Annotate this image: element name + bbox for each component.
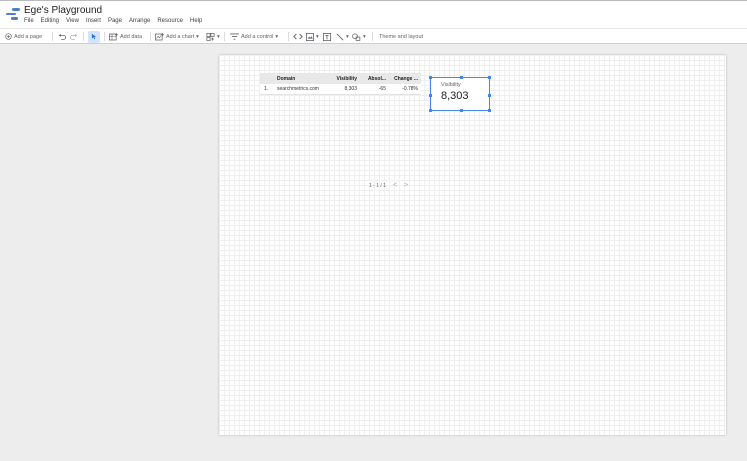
menu-resource[interactable]: Resource [157,18,183,24]
filter-control-icon [230,33,239,40]
chevron-down-icon: ▾ [346,33,349,40]
scorecard-value: 8,303 [441,90,469,102]
resize-handle[interactable] [429,93,432,97]
toolbar-divider [288,32,289,41]
table-cell-visibility: 8,303 [344,86,357,92]
embed-url-button[interactable] [293,29,303,44]
looker-studio-logo-icon[interactable] [6,8,20,20]
scorecard-visibility[interactable]: Visibility 8,303 [429,76,491,112]
add-data-icon [109,32,118,40]
resize-handle[interactable] [429,109,432,112]
report-title[interactable]: Ege's Playground [24,5,102,16]
report-canvas[interactable]: Domain Visibility Absol... Change ... 1.… [219,55,726,435]
community-visualizations-button[interactable]: ▾ [206,29,220,44]
undo-button[interactable] [58,29,66,44]
resize-handle[interactable] [429,76,432,79]
line-button[interactable]: ▾ [336,29,349,44]
shape-button[interactable]: ▾ [352,29,366,44]
menu-editing[interactable]: Editing [41,18,59,24]
code-icon [293,33,303,40]
line-icon [336,32,344,41]
chevron-right-icon[interactable]: > [404,182,408,189]
add-chart-label: Add a chart [166,33,195,40]
add-circle-icon [5,33,12,40]
add-chart-button[interactable]: Add a chart ▾ [155,29,199,44]
table-header-visibility[interactable]: Visibility [330,76,359,82]
app-header: Ege's Playground File Editing View Inser… [0,0,747,28]
add-control-button[interactable]: Add a control ▾ [230,29,278,44]
menu-bar: File Editing View Insert Page Arrange Re… [24,18,202,24]
cursor-icon [91,33,97,40]
scorecard-label: Visibility [441,82,461,88]
menu-insert[interactable]: Insert [86,18,101,24]
chevron-down-icon: ▾ [217,33,220,40]
image-button[interactable]: ▾ [306,29,319,44]
toolbar-divider [52,32,53,41]
table-cell-domain: searchmetrics.com [277,86,319,92]
select-tool-button[interactable] [88,30,100,43]
resize-handle[interactable] [488,93,491,97]
add-data-label: Add data [120,33,143,40]
resize-handle[interactable] [488,76,491,79]
toolbar-divider [83,32,84,41]
toolbar-divider [224,32,225,41]
add-control-label: Add a control [241,33,274,40]
text-box-button[interactable] [323,29,331,44]
add-data-button[interactable]: Add data [109,29,142,44]
table-cell-absolute: -65 [378,86,386,92]
resize-handle[interactable] [459,76,463,79]
pagination-text: 1 - 1 / 1 [369,182,386,189]
table-header-absolute[interactable]: Absol... [359,76,388,82]
toolbar: Add a page Add data Add a chart ▾ ▾ Add … [0,28,747,44]
chevron-down-icon: ▾ [316,33,319,40]
table-header-domain[interactable]: Domain [274,76,330,82]
table-pagination: 1 - 1 / 1 < > [369,182,408,189]
redo-button[interactable] [70,29,78,44]
table-header-row: Domain Visibility Absol... Change ... [260,73,421,84]
add-chart-icon [155,32,164,40]
toolbar-divider [372,32,373,41]
toolbar-divider [104,32,105,41]
resize-handle[interactable] [459,109,463,112]
image-icon [306,32,314,41]
menu-help[interactable]: Help [190,18,202,24]
theme-and-layout-label: Theme and layout [379,33,424,40]
resize-handle[interactable] [488,109,491,112]
text-box-icon [323,32,331,41]
shapes-icon [352,32,361,41]
add-page-label: Add a page [14,33,43,40]
chevron-down-icon: ▾ [275,33,279,40]
chevron-left-icon[interactable]: < [393,182,397,189]
table-cell-change: -0.78% [402,86,418,92]
menu-view[interactable]: View [66,18,79,24]
theme-and-layout-button[interactable]: Theme and layout [379,29,423,44]
table-cell-index: 1. [264,86,269,92]
undo-icon [58,33,66,40]
toolbar-divider [150,32,151,41]
add-page-button[interactable]: Add a page [5,29,42,44]
redo-icon [70,33,78,40]
menu-page[interactable]: Page [108,18,122,24]
table-header-change[interactable]: Change ... [388,76,421,82]
table-row[interactable]: 1. searchmetrics.com 8,303 -65 -0.78% [260,84,421,95]
community-visualizations-icon [206,32,215,41]
data-table[interactable]: Domain Visibility Absol... Change ... 1.… [260,73,421,95]
chevron-down-icon: ▾ [363,33,366,40]
menu-file[interactable]: File [24,18,34,24]
menu-arrange[interactable]: Arrange [129,18,150,24]
chevron-down-icon: ▾ [196,33,199,40]
